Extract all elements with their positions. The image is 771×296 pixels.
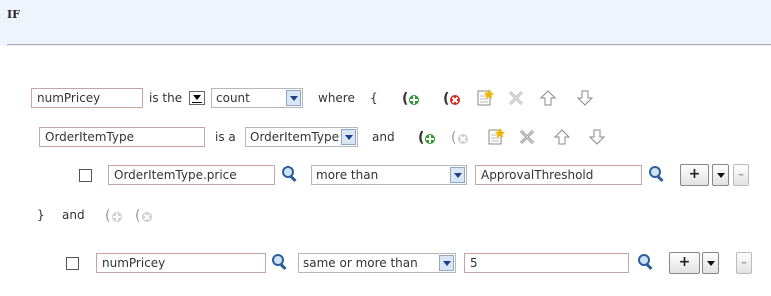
remove-group-icon: ( — [451, 128, 469, 146]
and-label: and — [372, 130, 395, 144]
add-group-icon: ( — [105, 206, 123, 224]
add-group-icon[interactable]: ( — [418, 128, 436, 146]
remove-test-button: – — [733, 164, 749, 186]
operator-select-value: same or more than — [303, 256, 418, 270]
add-group-icon[interactable]: ( — [402, 89, 420, 107]
close-brace: } — [37, 208, 45, 222]
type-select[interactable]: OrderItemType — [245, 127, 358, 147]
compare-value-input[interactable]: 5 — [464, 253, 629, 273]
is-the-dropdown[interactable] — [189, 91, 205, 105]
open-brace: { — [370, 91, 378, 105]
chevron-down-icon[interactable] — [439, 255, 454, 271]
arrow-up-icon[interactable] — [539, 89, 557, 107]
remove-test-button: – — [736, 252, 752, 274]
remove-group-icon: ( — [135, 206, 153, 224]
test-checkbox[interactable] — [79, 169, 92, 182]
test-checkbox[interactable] — [66, 257, 79, 270]
type-select-value: OrderItemType — [250, 130, 339, 144]
magnifier-icon[interactable] — [637, 253, 655, 271]
add-test-icon[interactable] — [476, 88, 494, 106]
svg-text:(: ( — [443, 91, 449, 107]
variable-name-field[interactable]: numPricey — [31, 88, 143, 108]
remove-group-icon[interactable]: ( — [443, 89, 461, 107]
chevron-down-icon[interactable] — [341, 129, 356, 145]
add-test-button[interactable]: + — [669, 252, 700, 274]
function-select-value: count — [216, 91, 250, 105]
operator-select[interactable]: same or more than — [298, 253, 456, 273]
is-the-label: is the — [149, 91, 183, 105]
delete-icon — [507, 89, 525, 107]
add-test-button[interactable]: + — [680, 164, 709, 186]
arrow-up-icon[interactable] — [553, 128, 571, 146]
operator-select-value: more than — [316, 168, 379, 182]
svg-text:(: ( — [451, 130, 456, 146]
svg-text:(: ( — [105, 208, 110, 224]
test-field-input[interactable]: numPricey — [96, 253, 266, 273]
operator-select[interactable]: more than — [311, 165, 467, 185]
magnifier-icon[interactable] — [271, 253, 289, 271]
test-field-input[interactable]: OrderItemType.price — [108, 165, 275, 185]
delete-icon[interactable] — [518, 128, 536, 146]
type-alias-field[interactable]: OrderItemType — [39, 127, 205, 147]
add-test-icon[interactable] — [487, 127, 505, 145]
magnifier-icon[interactable] — [648, 165, 666, 183]
svg-text:(: ( — [402, 91, 408, 107]
svg-text:(: ( — [135, 208, 140, 224]
add-test-menu-button[interactable] — [702, 252, 719, 274]
chevron-down-icon[interactable] — [286, 90, 301, 106]
header-divider — [7, 44, 771, 45]
arrow-down-icon[interactable] — [576, 89, 594, 107]
if-header: IF — [0, 0, 771, 46]
and-connector: and — [62, 208, 85, 222]
magnifier-icon[interactable] — [281, 165, 299, 183]
add-test-menu-button[interactable] — [712, 164, 729, 186]
is-a-label: is a — [215, 130, 236, 144]
if-title: IF — [7, 8, 20, 21]
compare-value-input[interactable]: ApprovalThreshold — [475, 165, 642, 185]
where-label: where — [318, 91, 355, 105]
chevron-down-icon[interactable] — [450, 167, 465, 183]
function-select[interactable]: count — [211, 88, 303, 108]
svg-text:(: ( — [418, 130, 424, 146]
arrow-down-icon[interactable] — [588, 128, 606, 146]
